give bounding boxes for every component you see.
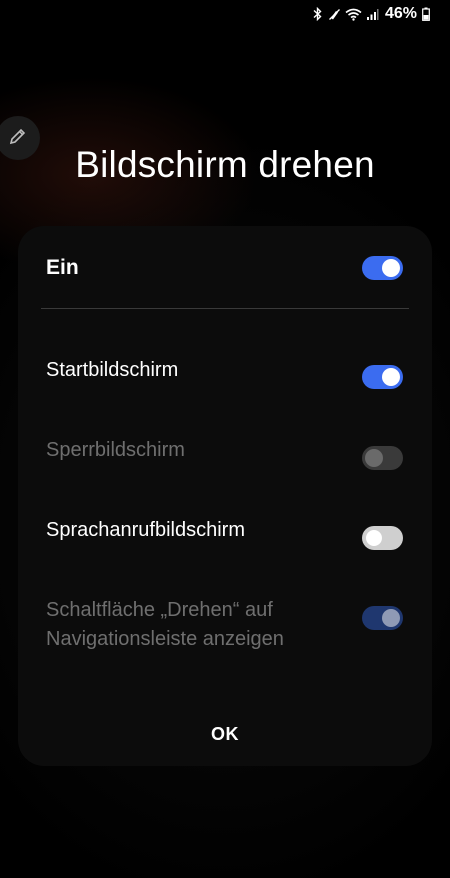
master-toggle-switch[interactable] bbox=[362, 256, 403, 280]
wifi-icon bbox=[345, 8, 362, 21]
option-row-lock-screen: Sperrbildschirm bbox=[46, 436, 403, 470]
rotation-settings-card bbox=[18, 226, 432, 766]
master-toggle-label: Ein bbox=[46, 256, 79, 279]
toggle-knob bbox=[382, 259, 400, 277]
signal-icon bbox=[366, 8, 379, 21]
mute-icon bbox=[328, 8, 341, 21]
screen: 46% Bildschirm drehen Ein Startbildschir… bbox=[0, 0, 450, 878]
status-bar: 46% bbox=[0, 0, 450, 28]
dialog-title: Bildschirm drehen bbox=[75, 144, 375, 185]
bluetooth-icon bbox=[311, 7, 324, 21]
toggle-knob bbox=[382, 609, 400, 627]
option-label-rotate-button-line1: Schaltfläche „Drehen“ auf bbox=[46, 599, 273, 621]
toggle-knob bbox=[382, 368, 400, 386]
option-label-lock-screen: Sperrbildschirm bbox=[46, 439, 185, 461]
option-label-voice-call-screen: Sprachanrufbildschirm bbox=[46, 519, 245, 541]
lock-screen-toggle bbox=[362, 446, 403, 470]
toggle-knob bbox=[365, 529, 383, 547]
option-label-home-screen: Startbildschirm bbox=[46, 359, 179, 381]
option-row-rotate-button-navbar: Schaltfläche „Drehen“ auf Navigationslei… bbox=[46, 596, 403, 656]
ok-button[interactable]: OK bbox=[175, 712, 275, 756]
rotate-button-navbar-toggle bbox=[362, 606, 403, 630]
voice-call-screen-toggle[interactable] bbox=[362, 526, 403, 550]
battery-icon bbox=[421, 7, 430, 21]
battery-percent: 46% bbox=[384, 5, 417, 22]
master-toggle-row[interactable]: Ein bbox=[46, 254, 403, 282]
option-label-rotate-button-line2: Navigationsleiste anzeigen bbox=[46, 628, 284, 650]
option-row-voice-call-screen[interactable]: Sprachanrufbildschirm bbox=[46, 516, 403, 550]
divider bbox=[41, 308, 409, 309]
toggle-knob bbox=[365, 449, 383, 467]
option-row-home-screen[interactable]: Startbildschirm bbox=[46, 356, 403, 389]
home-screen-toggle[interactable] bbox=[362, 365, 403, 389]
